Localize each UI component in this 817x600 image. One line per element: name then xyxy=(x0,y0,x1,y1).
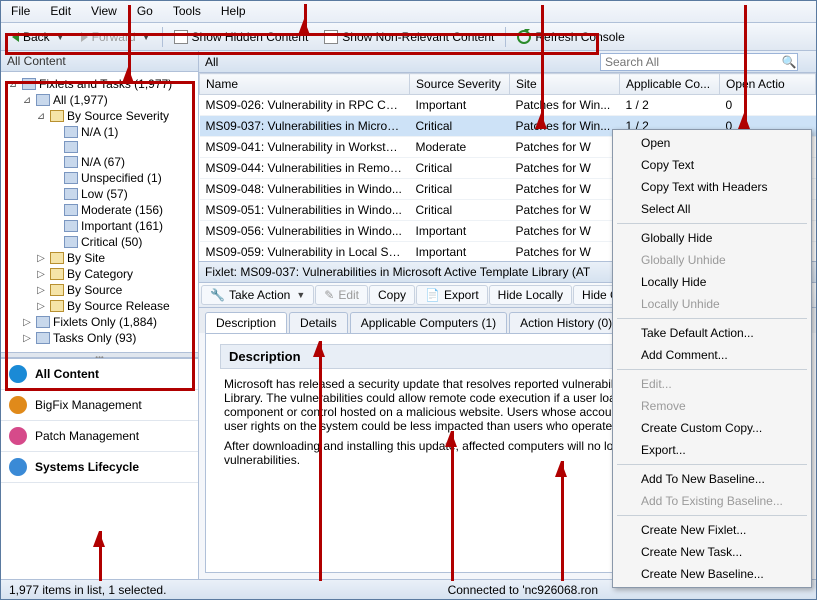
context-menu-item[interactable]: Add Comment... xyxy=(615,344,809,366)
tree-item[interactable]: ▷By Source xyxy=(3,282,196,298)
tree-item[interactable]: ▷By Category xyxy=(3,266,196,282)
hide-locally-button[interactable]: Hide Locally xyxy=(489,285,572,305)
tree-item[interactable] xyxy=(3,140,196,154)
arrow-right-icon xyxy=(81,32,88,42)
arrow-left-icon xyxy=(12,32,19,42)
tree-item[interactable]: N/A (1) xyxy=(3,124,196,140)
menubar: File Edit View Go Tools Help xyxy=(1,1,816,23)
context-menu-item: Add To Existing Baseline... xyxy=(615,490,809,512)
table-row[interactable]: MS09-026: Vulnerability in RPC Coul...Im… xyxy=(200,95,816,116)
context-menu-item: Locally Unhide xyxy=(615,293,809,315)
menu-separator xyxy=(617,515,807,516)
domain-item[interactable]: All Content xyxy=(1,359,198,390)
domain-icon xyxy=(9,427,27,445)
context-menu-item[interactable]: Copy Text with Headers xyxy=(615,176,809,198)
tree-item[interactable]: Moderate (156) xyxy=(3,202,196,218)
toolbar: Back▼ Forward▼ Show Hidden Content Show … xyxy=(1,23,816,51)
tree-item[interactable]: Low (57) xyxy=(3,186,196,202)
copy-button[interactable]: Copy xyxy=(369,285,415,305)
menu-file[interactable]: File xyxy=(1,1,40,22)
tree-item[interactable]: ⊿By Source Severity xyxy=(3,108,196,124)
tree-item[interactable]: Critical (50) xyxy=(3,234,196,250)
col-name[interactable]: Name xyxy=(200,74,410,95)
menu-go[interactable]: Go xyxy=(127,1,163,22)
show-hidden-button[interactable]: Show Hidden Content xyxy=(167,27,316,47)
tree-item[interactable]: ▷By Source Release xyxy=(3,298,196,314)
context-menu[interactable]: OpenCopy TextCopy Text with HeadersSelec… xyxy=(612,129,812,588)
show-nonrelevant-button[interactable]: Show Non-Relevant Content xyxy=(317,27,501,47)
status-count: 1,977 items in list, 1 selected. xyxy=(9,583,166,597)
col-site[interactable]: Site xyxy=(510,74,620,95)
col-open-actions[interactable]: Open Actio xyxy=(720,74,816,95)
domain-icon xyxy=(9,365,27,383)
forward-button[interactable]: Forward▼ xyxy=(74,27,158,47)
context-menu-item: Globally Unhide xyxy=(615,249,809,271)
tree-item[interactable]: Unspecified (1) xyxy=(3,170,196,186)
document-icon xyxy=(324,30,338,44)
menu-separator xyxy=(617,318,807,319)
dropdown-icon: ▼ xyxy=(142,32,151,42)
context-menu-item[interactable]: Take Default Action... xyxy=(615,322,809,344)
context-menu-item[interactable]: Add To New Baseline... xyxy=(615,468,809,490)
menu-view[interactable]: View xyxy=(81,1,127,22)
list-header-label: All xyxy=(199,52,224,72)
context-menu-item: Remove xyxy=(615,395,809,417)
menu-separator xyxy=(617,223,807,224)
context-menu-item[interactable]: Locally Hide xyxy=(615,271,809,293)
tree-item[interactable]: N/A (67) xyxy=(3,154,196,170)
tree-item[interactable]: ▷Fixlets Only (1,884) xyxy=(3,314,196,330)
tree-item[interactable]: ▷By Site xyxy=(3,250,196,266)
tree-item[interactable]: ▷Tasks Only (93) xyxy=(3,330,196,346)
tab-history[interactable]: Action History (0) xyxy=(509,312,623,333)
menu-separator xyxy=(617,369,807,370)
navigation-panel: All Content ⊿Fixlets and Tasks (1,977)⊿A… xyxy=(1,51,199,579)
export-button[interactable]: 📄 Export xyxy=(416,285,488,305)
search-box[interactable]: 🔍 xyxy=(600,53,798,71)
domain-list: All ContentBigFix ManagementPatch Manage… xyxy=(1,358,198,483)
tree-item[interactable]: ⊿Fixlets and Tasks (1,977) xyxy=(3,76,196,92)
separator xyxy=(162,27,163,47)
tab-applicable[interactable]: Applicable Computers (1) xyxy=(350,312,507,333)
domain-item[interactable]: BigFix Management xyxy=(1,390,198,421)
col-applicable[interactable]: Applicable Co... xyxy=(620,74,720,95)
tab-details[interactable]: Details xyxy=(289,312,348,333)
refresh-button[interactable]: Refresh Console xyxy=(510,27,631,47)
context-menu-item[interactable]: Create New Fixlet... xyxy=(615,519,809,541)
context-menu-item[interactable]: Create Custom Copy... xyxy=(615,417,809,439)
list-header: All 🔍 xyxy=(199,51,816,73)
context-menu-item[interactable]: Copy Text xyxy=(615,154,809,176)
back-button[interactable]: Back▼ xyxy=(5,27,72,47)
nav-tree[interactable]: ⊿Fixlets and Tasks (1,977)⊿All (1,977)⊿B… xyxy=(1,72,198,352)
dropdown-icon: ▼ xyxy=(56,32,65,42)
menu-separator xyxy=(617,464,807,465)
menu-tools[interactable]: Tools xyxy=(163,1,211,22)
edit-button[interactable]: ✎ Edit xyxy=(315,285,368,305)
col-severity[interactable]: Source Severity xyxy=(410,74,510,95)
context-menu-item: Edit... xyxy=(615,373,809,395)
search-icon[interactable]: 🔍 xyxy=(781,55,797,69)
take-action-button[interactable]: 🔧 Take Action ▼ xyxy=(201,285,314,305)
context-menu-item[interactable]: Create New Baseline... xyxy=(615,563,809,585)
context-menu-item[interactable]: Select All xyxy=(615,198,809,220)
menu-help[interactable]: Help xyxy=(211,1,256,22)
separator xyxy=(505,27,506,47)
document-icon xyxy=(174,30,188,44)
domain-icon xyxy=(9,458,27,476)
domain-item[interactable]: Patch Management xyxy=(1,421,198,452)
context-menu-item[interactable]: Create New Task... xyxy=(615,541,809,563)
tree-item[interactable]: ⊿All (1,977) xyxy=(3,92,196,108)
search-input[interactable] xyxy=(601,54,781,70)
domain-item[interactable]: Systems Lifecycle xyxy=(1,452,198,483)
refresh-icon xyxy=(517,30,531,44)
context-menu-item[interactable]: Open xyxy=(615,132,809,154)
context-menu-item[interactable]: Globally Hide xyxy=(615,227,809,249)
status-connection: Connected to 'nc926068.ron xyxy=(448,583,598,597)
tab-description[interactable]: Description xyxy=(205,312,287,333)
nav-header: All Content xyxy=(1,51,198,72)
menu-edit[interactable]: Edit xyxy=(40,1,81,22)
context-menu-item[interactable]: Export... xyxy=(615,439,809,461)
domain-icon xyxy=(9,396,27,414)
tree-item[interactable]: Important (161) xyxy=(3,218,196,234)
